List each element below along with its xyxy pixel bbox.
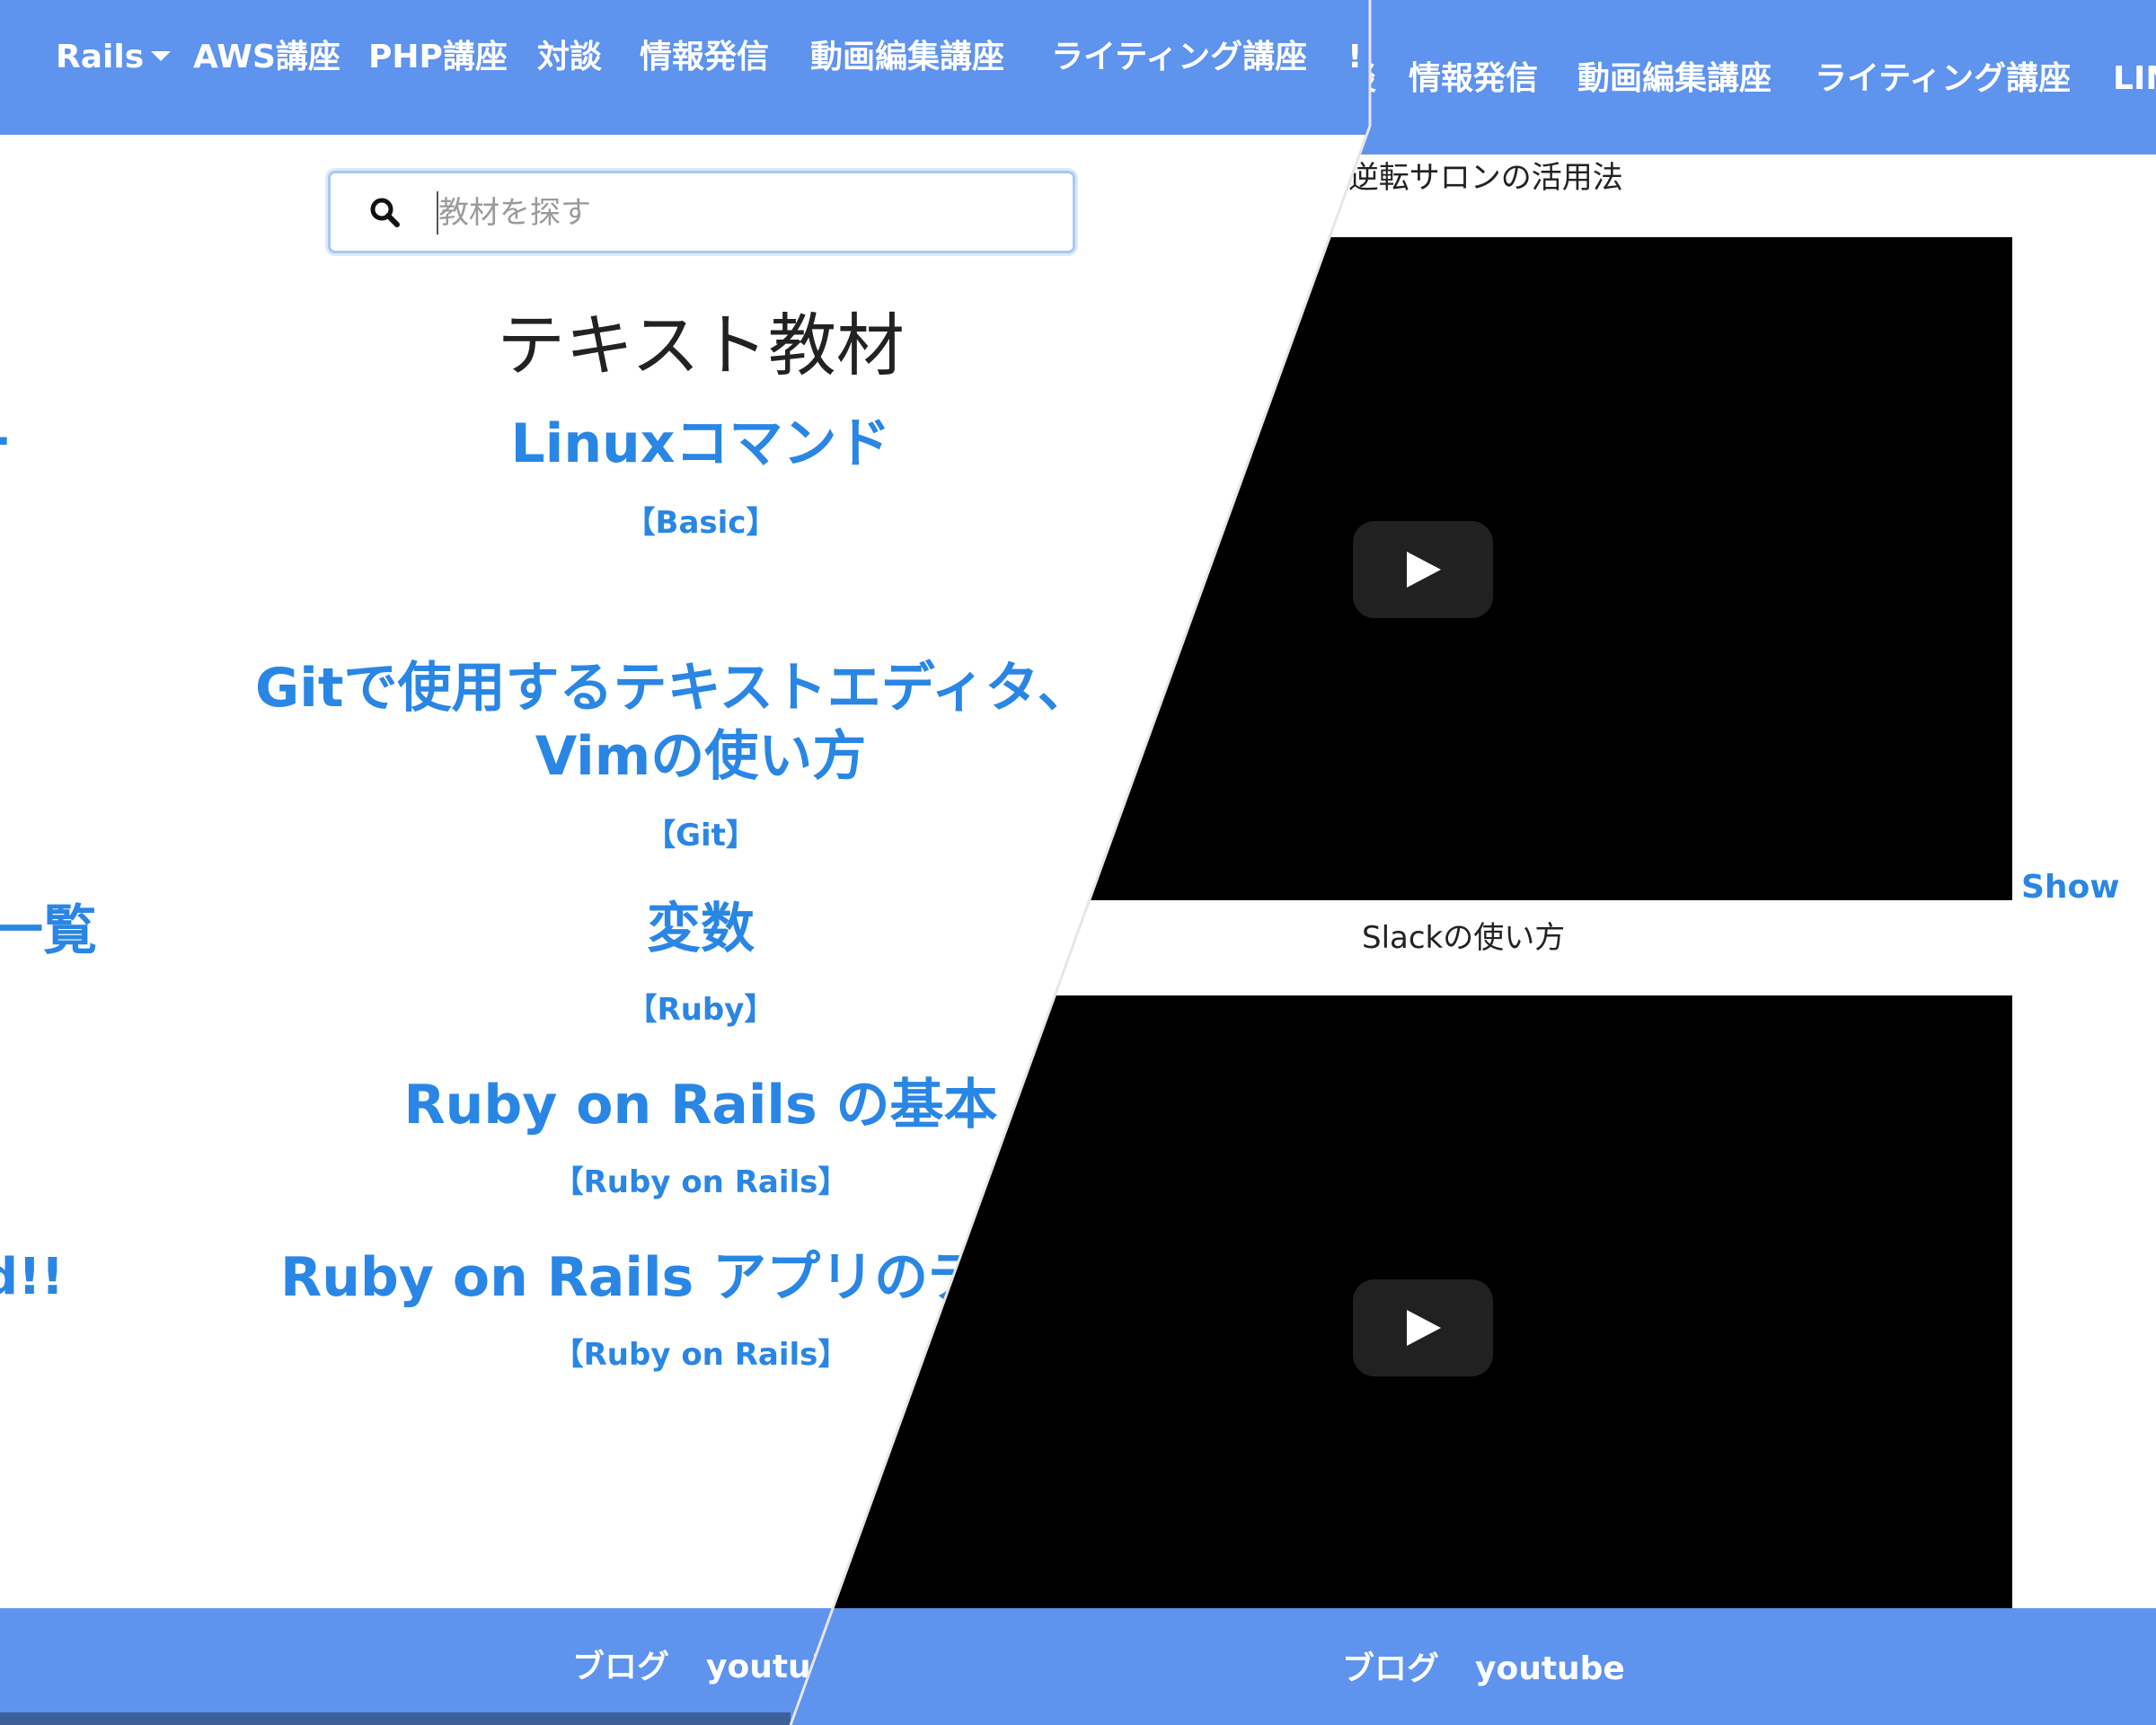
- panel-divider: [789, 0, 1372, 1725]
